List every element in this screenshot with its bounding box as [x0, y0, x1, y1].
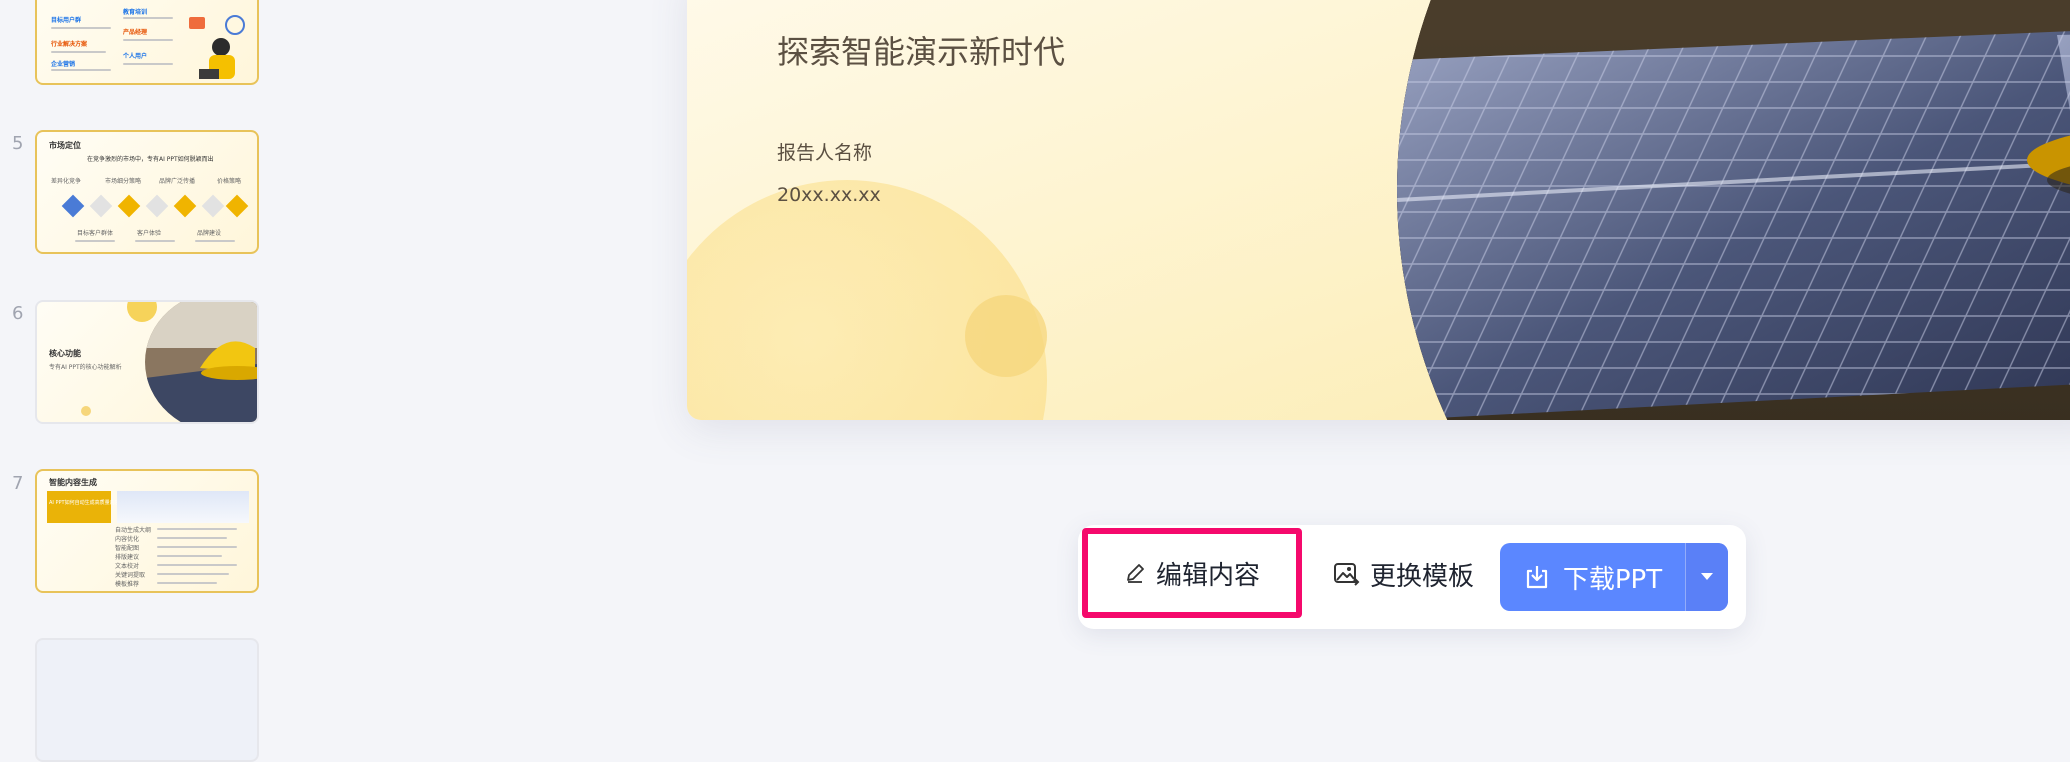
thumb-item: 目标用户群: [51, 17, 82, 24]
person-illustration-icon: [189, 15, 245, 79]
edit-content-label: 编辑内容: [1155, 560, 1260, 591]
action-toolbar: 编辑内容 更换模板 下载PPT: [1078, 525, 1746, 629]
thumb-title: 智能内容生成: [49, 478, 97, 487]
slide-thumbnail-5[interactable]: 市场定位 在竞争激烈的市场中，专有AI PPT如何脱颖而出 差异化竞争 市场细分…: [35, 130, 259, 254]
image-swap-icon: [1333, 563, 1360, 586]
slide-thumbnail-6[interactable]: 核心功能 专有AI PPT的核心功能解析: [35, 300, 259, 424]
download-ppt-label: 下载PPT: [1562, 564, 1663, 595]
thumb-row: 排版建议: [115, 554, 140, 561]
thumb-label: 价格策略: [217, 178, 242, 185]
thumb-item: 产品经理: [123, 29, 148, 36]
thumb-row: 智能配图: [115, 545, 140, 552]
caret-down-icon: [1701, 573, 1713, 580]
download-options-dropdown[interactable]: [1685, 543, 1728, 611]
download-ppt-button[interactable]: 下载PPT: [1500, 543, 1728, 611]
thumb-row: 关键词提取: [115, 572, 146, 579]
thumb-label: 差异化竞争: [51, 178, 82, 185]
thumb-item: 教育培训: [123, 9, 148, 16]
thumb-label: 市场细分策略: [105, 178, 142, 185]
thumb-item: 个人用户: [123, 53, 148, 60]
pencil-icon: [1127, 564, 1144, 583]
thumb-row: 自动生成大纲: [115, 527, 152, 534]
thumb-highlight: AI PPT如何自动生成高质量内容: [49, 500, 120, 506]
thumb-label: 品牌广泛传播: [159, 178, 196, 185]
edit-content-button[interactable]: 编辑内容: [1082, 528, 1302, 618]
slide-thumbnail-8[interactable]: [35, 638, 259, 762]
slide-thumbnail-4[interactable]: 目标用户群 行业解决方案 企业营销 教育培训 产品经理 个人用户: [35, 0, 259, 85]
slide-subtitle: 探索智能演示新时代: [777, 33, 1066, 71]
download-icon: [1526, 566, 1547, 589]
slide-thumbnail-7[interactable]: 智能内容生成 AI PPT如何自动生成高质量内容 自动生成大纲 内容优化 智能配…: [35, 469, 259, 593]
helmet-photo-thumbnail: [145, 302, 257, 422]
thumb-label: 目标客户群体: [77, 230, 114, 237]
thumb-subtitle: 在竞争激烈的市场中，专有AI PPT如何脱颖而出: [87, 156, 214, 163]
thumb-item: 企业营销: [51, 61, 76, 68]
thumb-title: 市场定位: [49, 141, 81, 150]
thumb-subtitle: 专有AI PPT的核心功能解析: [49, 364, 122, 371]
decorative-circle-small: [965, 295, 1047, 377]
slide-thumbnail-list: 目标用户群 行业解决方案 企业营销 教育培训 产品经理 个人用户 5 市场定位 …: [0, 0, 300, 762]
slide-date: 20xx.xx.xx: [777, 184, 881, 206]
thumb-label: 品牌建设: [197, 230, 222, 237]
slide-number: 7: [12, 473, 24, 494]
download-ppt-main[interactable]: 下载PPT: [1500, 543, 1685, 611]
thumb-row: 内容优化: [115, 536, 140, 543]
thumb-item: 行业解决方案: [51, 41, 88, 48]
slide-number: 5: [12, 133, 24, 154]
slide-reporter-name: 报告人名称: [777, 142, 873, 164]
thumb-row: 模板推荐: [115, 581, 140, 588]
change-template-button[interactable]: 更换模板: [1318, 539, 1488, 609]
main-slide-preview: 探索智能演示新时代 报告人名称 20xx.xx.xx: [687, 0, 2070, 420]
solar-helmet-photo: [1397, 0, 2070, 420]
thumb-title: 核心功能: [49, 349, 81, 358]
thumb-row: 文本校对: [115, 563, 140, 570]
thumb-label: 客户体验: [137, 230, 162, 237]
change-template-label: 更换模板: [1369, 561, 1474, 592]
slide-number: 6: [12, 303, 24, 324]
